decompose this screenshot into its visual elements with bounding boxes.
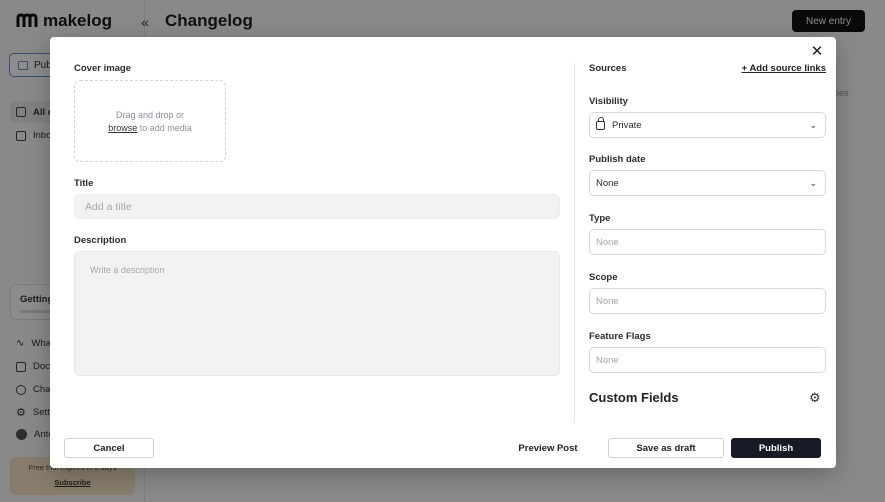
save-draft-button[interactable]: Save as draft bbox=[608, 438, 724, 458]
scope-label: Scope bbox=[589, 272, 618, 283]
close-icon[interactable]: ✕ bbox=[810, 44, 824, 59]
publish-button[interactable]: Publish bbox=[731, 438, 821, 458]
title-label: Title bbox=[74, 178, 94, 189]
description-label: Description bbox=[74, 235, 127, 246]
type-label: Type bbox=[589, 213, 611, 224]
description-textarea[interactable]: Write a description bbox=[74, 251, 560, 376]
scope-input[interactable]: None bbox=[589, 288, 826, 314]
title-input[interactable]: Add a title bbox=[74, 194, 560, 219]
feature-flags-label: Feature Flags bbox=[589, 331, 651, 342]
add-source-links-button[interactable]: + Add source links bbox=[742, 63, 826, 74]
sources-label: Sources bbox=[589, 63, 627, 74]
dropzone-browse-line: browse to add media bbox=[75, 122, 225, 135]
chevron-down-icon: ⌄ bbox=[809, 119, 817, 130]
feature-flags-input[interactable]: None bbox=[589, 347, 826, 373]
cover-image-label: Cover image bbox=[74, 63, 132, 74]
publish-date-select[interactable]: None ⌄ bbox=[589, 170, 826, 196]
column-divider bbox=[574, 63, 575, 423]
chevron-down-icon: ⌄ bbox=[809, 177, 817, 188]
cover-image-dropzone[interactable]: Drag and drop or browse to add media bbox=[74, 80, 226, 162]
type-input[interactable]: None bbox=[589, 229, 826, 255]
browse-link[interactable]: browse bbox=[108, 123, 137, 133]
dropzone-text: Drag and drop or bbox=[115, 110, 185, 120]
preview-post-button[interactable]: Preview Post bbox=[510, 438, 586, 458]
lock-icon bbox=[596, 116, 605, 130]
dropzone-suffix: to add media bbox=[137, 123, 192, 133]
cancel-button[interactable]: Cancel bbox=[64, 438, 154, 458]
visibility-value: Private bbox=[612, 119, 642, 131]
visibility-select[interactable]: Private ⌄ bbox=[589, 112, 826, 138]
gear-icon[interactable]: ⚙ bbox=[809, 390, 821, 406]
new-entry-modal: ✕ Cover image Drag and drop or browse to… bbox=[50, 37, 836, 468]
publish-date-value: None bbox=[596, 177, 619, 189]
publish-date-label: Publish date bbox=[589, 154, 646, 165]
visibility-label: Visibility bbox=[589, 96, 628, 107]
custom-fields-heading: Custom Fields bbox=[589, 390, 679, 405]
